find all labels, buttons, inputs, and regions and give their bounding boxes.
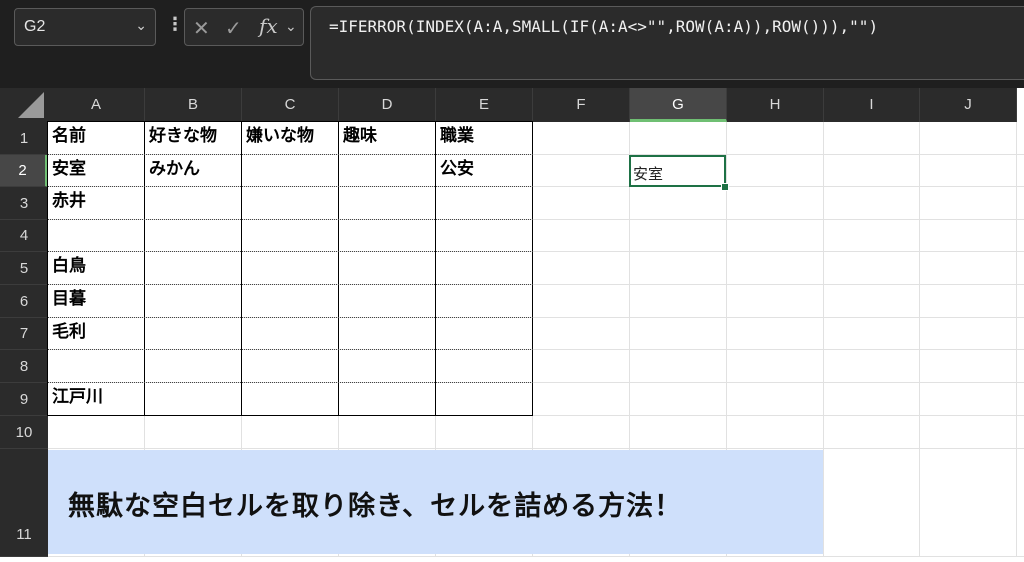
gridline-vertical [823,122,824,557]
cell-B1[interactable]: 好きな物 [145,122,242,155]
row-header-5[interactable]: 5 [0,252,48,285]
select-all-triangle-icon [18,92,44,118]
column-header-G[interactable]: G [630,88,727,122]
chevron-down-icon[interactable]: ⌄ [285,19,297,35]
select-all-button[interactable] [0,88,48,122]
formula-input[interactable]: =IFERROR(INDEX(A:A,SMALL(IF(A:A<>"",ROW(… [310,6,1024,80]
column-header-E[interactable]: E [436,88,533,122]
cell-G2-value: 安室 [633,165,664,183]
column-header-H[interactable]: H [727,88,824,122]
cell-A7[interactable]: 毛利 [48,318,145,350]
row-header-3[interactable]: 3 [0,187,48,220]
cell-A3[interactable]: 赤井 [48,187,145,220]
column-header-B[interactable]: B [145,88,242,122]
cell-B2[interactable]: みかん [145,155,242,187]
column-header-I[interactable]: I [824,88,920,122]
insert-function-icon[interactable]: fx [259,14,278,38]
row-header-10[interactable]: 10 [0,416,48,449]
cell-A2[interactable]: 安室 [48,155,145,187]
cell-D1[interactable]: 趣味 [339,122,436,155]
column-header-C[interactable]: C [242,88,339,122]
enter-check-icon[interactable]: ✓ [225,16,242,40]
cell-C1[interactable]: 嫌いな物 [242,122,339,155]
cell-E1[interactable]: 職業 [436,122,533,155]
column-header-J[interactable]: J [920,88,1017,122]
column-header-D[interactable]: D [339,88,436,122]
column-header-A[interactable]: A [48,88,145,122]
title-banner: 無駄な空白セルを取り除き、セルを詰める方法！ [48,450,823,554]
cancel-icon[interactable]: ✕ [193,16,210,40]
gridline-horizontal [48,448,1024,449]
cell-A5[interactable]: 白鳥 [48,252,145,285]
formula-controls: ✕ ✓ fx ⌄ [184,8,304,46]
selected-cell-G2[interactable]: 安室 [629,155,726,187]
row-header-6[interactable]: 6 [0,285,48,318]
formula-bar: G2 ⌄ ⋮ ✕ ✓ fx ⌄ =IFERROR(INDEX(A:A,SMALL… [0,0,1024,88]
gridline-horizontal [48,556,1024,557]
fill-handle[interactable] [721,183,729,191]
more-options-icon[interactable]: ⋮ [166,14,184,35]
column-header-F[interactable]: F [533,88,630,122]
gridline-vertical [919,122,920,557]
row-header-2[interactable]: 2 [0,155,48,187]
cell-A9[interactable]: 江戸川 [48,383,145,416]
formula-text: =IFERROR(INDEX(A:A,SMALL(IF(A:A<>"",ROW(… [329,17,879,36]
row-header-7[interactable]: 7 [0,318,48,350]
spreadsheet-grid[interactable]: A B C D E F G H I J 1 2 3 4 5 6 7 8 9 10 11 名前 好きな物 嫌いな物 趣味 職業 安室み… [0,88,1024,562]
cell-E2[interactable]: 公安 [436,155,533,187]
name-box-value: G2 [24,18,46,35]
row-header-4[interactable]: 4 [0,220,48,252]
name-box[interactable]: G2 ⌄ [14,8,156,46]
table-inner-vertical [338,122,339,416]
row-header-9[interactable]: 9 [0,383,48,416]
row-header-1[interactable]: 1 [0,122,48,155]
row-header-8[interactable]: 8 [0,350,48,383]
banner-text: 無駄な空白セルを取り除き、セルを詰める方法！ [68,491,683,522]
row-header-11[interactable]: 11 [0,449,48,557]
chevron-down-icon[interactable]: ⌄ [135,18,147,34]
gridline-vertical [1016,122,1017,557]
cell-A1[interactable]: 名前 [48,122,145,155]
cell-A6[interactable]: 目暮 [48,285,145,318]
